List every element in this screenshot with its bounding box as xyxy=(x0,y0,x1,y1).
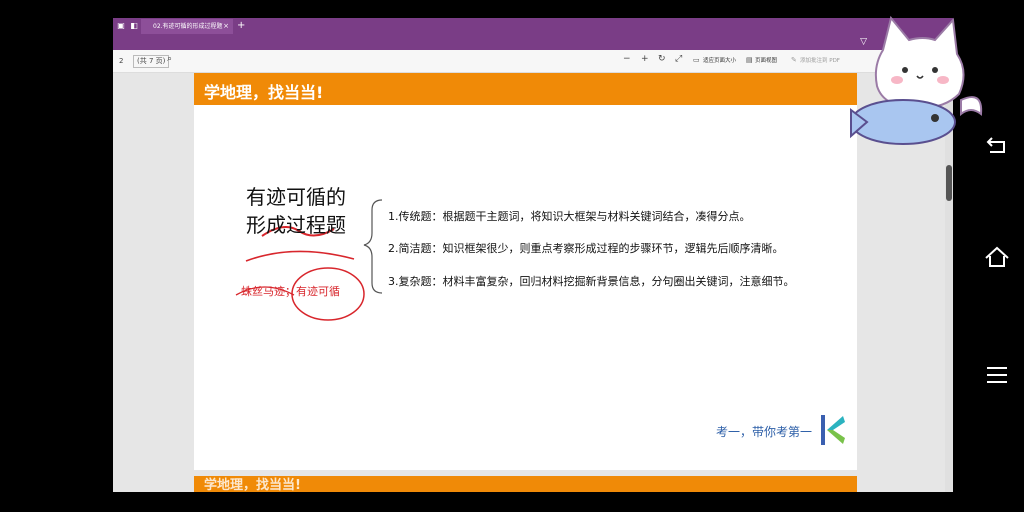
new-tab-button[interactable]: + xyxy=(237,18,245,34)
tab-actions-icon[interactable]: ▣ xyxy=(116,21,126,31)
home-icon[interactable] xyxy=(982,242,1012,272)
list-item: 2.简洁题：知识框架很少，则重点考察形成过程的步骤环节，逻辑先后顺序清晰。 xyxy=(388,242,784,255)
back-icon[interactable] xyxy=(982,130,1012,160)
footer-slogan: 考一，带你考第一 xyxy=(715,425,812,439)
page-total: (共 7 页) xyxy=(133,55,170,68)
tab-document[interactable]: 02.有迹可循的形成过程题 × xyxy=(141,19,233,34)
fit-page-button[interactable]: 适应页面大小 xyxy=(703,56,736,64)
rotate-icon[interactable]: ↻ xyxy=(658,54,666,64)
annotate-icon: ✎ xyxy=(791,56,797,64)
tab-title: 02.有迹可循的形成过程题 xyxy=(153,23,223,30)
zoom-in-icon[interactable]: + xyxy=(641,54,649,64)
title-bar: ▽ xyxy=(113,34,953,50)
menu-icon[interactable] xyxy=(982,360,1012,390)
slide-title: 有迹可循的 形成过程题 xyxy=(246,183,346,239)
zoom-out-icon[interactable]: − xyxy=(623,54,631,64)
pdf-toolbar: 2 (共 7 页) ⌕ − + ↻ ⤢ ▭ 适应页面大小 ▤ 页面视图 ✎ 添加… xyxy=(113,50,953,73)
next-banner-title: 学地理，找当当! xyxy=(204,478,301,492)
back-tabs-icon[interactable]: ◧ xyxy=(129,21,139,31)
page-view-button[interactable]: 页面视图 xyxy=(755,56,777,64)
list-item: 3.复杂题：材料丰富复杂，回归材料挖掘新背景信息，分句圈出关键词，注意细节。 xyxy=(388,275,795,288)
slide-page: 学地理，找当当! 有迹可循的 形成过程题 蛛丝马迹；有迹可循 1.传统题：根据题… xyxy=(194,73,857,470)
search-icon[interactable]: ⌕ xyxy=(167,54,172,64)
handwritten-note: 蛛丝马迹；有迹可循 xyxy=(241,285,340,298)
title-line-2: 形成过程题 xyxy=(246,213,346,237)
annotate-button[interactable]: 添加批注到 PDF xyxy=(800,56,840,64)
page-number-input[interactable]: 2 xyxy=(119,55,129,67)
brand-logo-icon xyxy=(821,415,845,445)
page-view-icon: ▤ xyxy=(746,56,753,64)
title-line-1: 有迹可循的 xyxy=(246,185,346,209)
tab-close-icon[interactable]: × xyxy=(223,19,229,34)
next-page-banner: 学地理，找当当! xyxy=(194,476,857,492)
scrollbar-thumb[interactable] xyxy=(946,165,952,201)
pdf-viewer-window: ▣ ◧ 02.有迹可循的形成过程题 × + ▽ 2 (共 7 页) ⌕ − + … xyxy=(113,18,953,492)
tab-bar: ▣ ◧ 02.有迹可循的形成过程题 × + xyxy=(113,18,953,34)
fit-icon[interactable]: ⤢ xyxy=(675,54,682,64)
cat-sticker xyxy=(850,15,983,145)
list-item: 1.传统题：根据题干主题词，将知识大框架与材料关键词结合，凑得分点。 xyxy=(388,210,751,223)
fit-page-icon: ▭ xyxy=(693,56,700,64)
slide-annotations xyxy=(235,199,383,321)
